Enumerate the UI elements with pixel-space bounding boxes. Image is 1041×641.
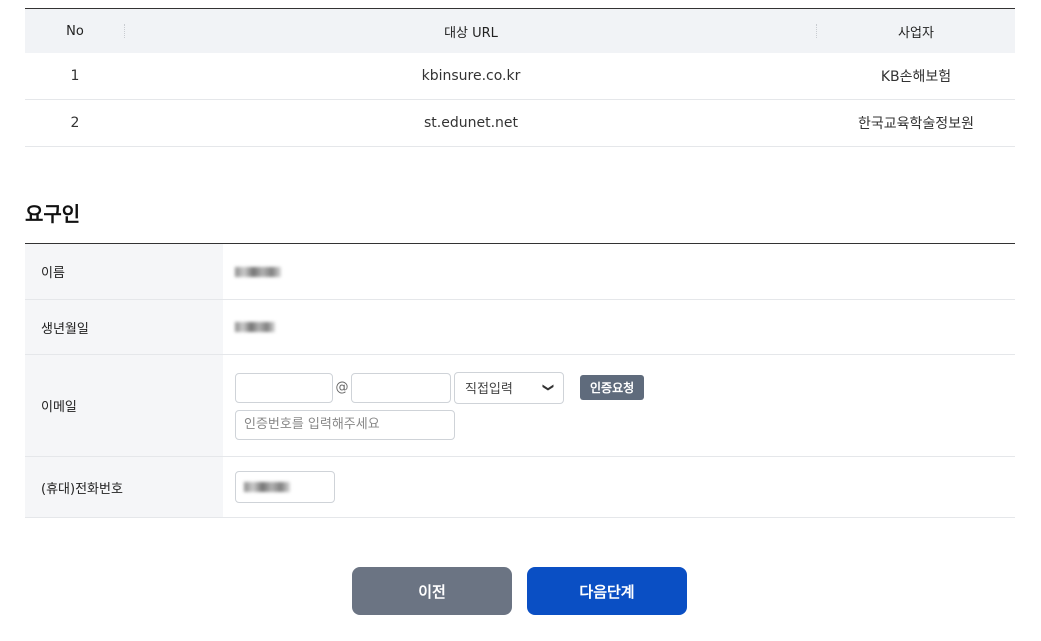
header-no: No: [25, 9, 125, 53]
phone-value-redacted: [244, 482, 290, 492]
row-url: kbinsure.co.kr: [421, 68, 521, 84]
section-title: 요구인: [25, 202, 81, 226]
table-row: 1 kbinsure.co.kr KB손해보험: [25, 53, 1015, 100]
previous-button[interactable]: 이전: [352, 567, 512, 615]
phone-value-cell: [223, 457, 1015, 517]
email-row: 이메일 @ 직접입력 ❯ 인증요청: [25, 355, 1015, 457]
page: No 대상 URL 사업자 1 kbinsure.co.kr KB손해보험 2 …: [0, 0, 1041, 641]
email-input-group: @ 직접입력 ❯ 인증요청: [235, 371, 1015, 404]
table-header: No 대상 URL 사업자: [25, 9, 1015, 53]
email-local-input[interactable]: [235, 372, 333, 403]
birth-value-cell: [223, 300, 1015, 354]
email-domain-select[interactable]: 직접입력 ❯: [454, 371, 564, 404]
target-url-table: No 대상 URL 사업자 1 kbinsure.co.kr KB손해보험 2 …: [25, 8, 1015, 147]
table-row: 2 st.edunet.net 한국교육학술정보원: [25, 100, 1015, 147]
phone-label: (휴대)전화번호: [25, 457, 223, 517]
birth-label: 생년월일: [25, 300, 223, 354]
header-url: 대상 URL: [125, 9, 817, 53]
email-domain-select-value: 직접입력: [465, 382, 513, 397]
header-operator: 사업자: [898, 25, 934, 41]
requester-form: 이름 생년월일 이메일 @ 직접입력 ❯ 인증요청 인증번호를 입력해주세요 (…: [25, 243, 1015, 518]
birth-value-redacted: [235, 322, 275, 332]
phone-row: (휴대)전화번호: [25, 457, 1015, 518]
next-step-button[interactable]: 다음단계: [527, 567, 687, 615]
name-value-redacted: [235, 266, 281, 277]
email-at-sign: @: [335, 380, 349, 395]
name-value-cell: [223, 244, 1015, 299]
name-row: 이름: [25, 244, 1015, 300]
email-value-cell: @ 직접입력 ❯ 인증요청: [223, 355, 1015, 456]
row-no: 2: [70, 115, 80, 131]
chevron-down-icon: ❯: [541, 382, 555, 393]
email-domain-input[interactable]: [351, 372, 451, 403]
verification-code-input[interactable]: [235, 409, 455, 440]
request-verification-button[interactable]: 인증요청: [580, 375, 645, 400]
row-url: st.edunet.net: [423, 115, 518, 131]
phone-input[interactable]: [235, 471, 335, 503]
row-operator: KB손해보험: [880, 69, 952, 85]
row-operator: 한국교육학술정보원: [858, 116, 974, 132]
email-label: 이메일: [25, 355, 223, 456]
name-label: 이름: [25, 244, 223, 299]
row-no: 1: [70, 68, 80, 84]
birth-row: 생년월일: [25, 300, 1015, 355]
